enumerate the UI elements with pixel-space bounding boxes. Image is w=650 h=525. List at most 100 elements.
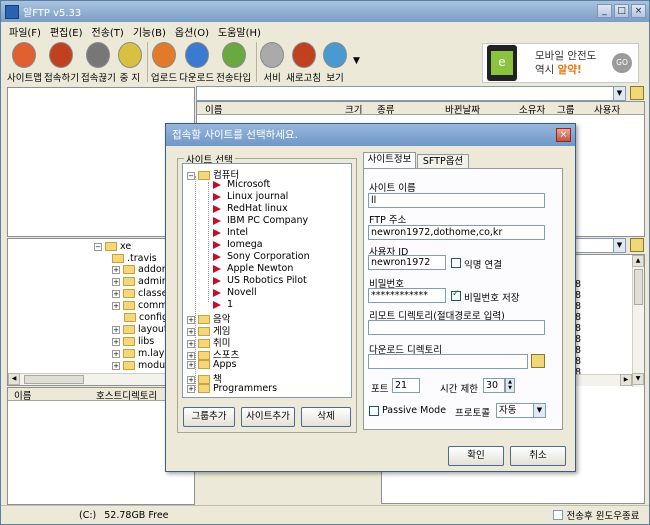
col-date[interactable]: 바뀐날짜 [445,102,480,116]
ad-go-button[interactable]: GO [612,53,632,73]
ok-button[interactable]: 확인 [448,446,504,466]
site-icon [213,252,221,261]
stop-icon [117,42,142,68]
scroll-right-arrow[interactable]: ▶ [620,374,632,386]
col-group[interactable]: 그룹 [557,102,574,116]
scroll-down-arrow[interactable]: ▼ [632,373,644,385]
tree-folder[interactable]: + Apps [187,359,237,370]
col-size[interactable]: 크기 [345,102,362,116]
site-item[interactable]: IBM PC Company [213,215,308,226]
remote-dir-input[interactable] [368,320,545,335]
protocol-label: 프로토콜 [455,408,490,419]
tree-folder[interactable]: + Programmers [187,383,277,394]
site-item[interactable]: Sony Corporation [213,251,310,262]
password-input[interactable]: ************ [368,288,446,303]
menu-options[interactable]: 옵션(O) [175,24,209,39]
scroll-thumb[interactable] [634,269,643,305]
minimize-button[interactable]: _ [597,4,612,18]
site-item[interactable]: Apple Newton [213,263,293,274]
remote-path-combo[interactable]: ▼ [196,86,626,101]
toolbar-more-arrow[interactable]: ▼ [353,56,360,86]
download-button[interactable]: 다운로드 [179,40,214,84]
site-icon [213,264,221,273]
protocol-select[interactable]: 자동 ▼ [496,403,546,418]
col-owner[interactable]: 소유자 [519,102,545,116]
tree-root[interactable]: − xe [94,241,131,252]
cancel-button[interactable]: 취소 [510,446,566,466]
menu-edit[interactable]: 편집(E) [50,24,83,39]
site-item[interactable]: US Robotics Pilot [213,275,307,286]
chevron-down-icon: ▼ [533,404,545,417]
local-folder-button[interactable] [630,238,644,252]
timeout-input[interactable]: 30 [483,378,505,393]
add-site-button[interactable]: 사이트추가 [241,407,295,427]
upload-button[interactable]: 업로드 [151,40,177,84]
chevron-down-icon[interactable]: ▼ [613,239,625,252]
site-item[interactable]: Microsoft [213,179,270,190]
tree-item[interactable]: + admin [112,276,168,287]
folder-icon [198,171,210,180]
ad-banner[interactable]: e 모바일 안전도 역시 알약! GO [482,43,639,83]
tab-site-info[interactable]: 사이트정보 [363,152,416,169]
user-id-input[interactable]: newron1972 [368,255,446,270]
tree-item[interactable]: + addons [112,264,173,275]
menu-file[interactable]: 파일(F) [9,24,41,39]
site-item[interactable]: Iomega [213,239,263,250]
scroll-thumb[interactable] [24,375,84,384]
site-item[interactable]: RedHat linux [213,203,288,214]
scroll-up-arrow[interactable]: ▲ [632,255,644,267]
download-dir-input[interactable] [368,354,528,369]
delete-button[interactable]: 삭제 [301,407,351,427]
port-input[interactable]: 21 [392,378,420,393]
folder-icon [198,360,210,369]
menu-transfer[interactable]: 전송(T) [92,24,124,39]
folder-icon [198,384,210,393]
dialog-close-button[interactable]: × [556,128,571,142]
passive-mode-checkbox[interactable] [369,406,379,416]
connect-button[interactable]: 접속하기 [44,40,79,84]
menu-help[interactable]: 도움말(H) [218,24,261,39]
site-item[interactable]: Novell [213,287,257,298]
maximize-button[interactable]: □ [614,4,629,18]
anonymous-label: 익명 연결 [464,260,502,271]
menu-functions[interactable]: 기능(B) [133,24,166,39]
shutdown-label: 전송후 윈도우종료 [566,511,640,522]
site-item[interactable]: Linux journal [213,191,288,202]
refresh-button[interactable]: 새로고침 [286,40,321,84]
col-name[interactable]: 이름 [205,102,222,116]
disconnect-button[interactable]: 접속끊기 [81,40,116,84]
anonymous-checkbox[interactable] [451,258,461,268]
tree-item[interactable]: + classe [112,288,167,299]
site-name-input[interactable]: ll [368,193,545,208]
tree-item[interactable]: + m.layo [112,348,170,359]
site-icon [213,288,221,297]
ftp-address-input[interactable]: newron1972,dothome,co,kr [368,225,545,240]
view-button[interactable]: 보기 [323,40,348,84]
window-title: 알FTP v5.33 [23,8,82,19]
tree-item[interactable]: + libs [112,336,154,347]
transfer-type-button[interactable]: 전송타입 [216,40,251,84]
connect-icon [49,42,74,68]
remote-folder-button[interactable] [630,86,644,100]
col-local-name[interactable]: 이름 [14,388,31,402]
server-button[interactable]: 서비 [260,40,285,84]
tree-item[interactable]: .travis [112,253,157,264]
col-user[interactable]: 사용자 [594,102,620,116]
close-button[interactable]: × [631,4,646,18]
site-item[interactable]: 1 [213,299,233,310]
save-password-checkbox[interactable] [451,289,461,301]
col-type[interactable]: 종류 [377,102,394,116]
browse-folder-button[interactable] [531,354,545,368]
shutdown-checkbox[interactable] [552,510,563,520]
vertical-scrollbar[interactable]: ▲ ▼ [632,255,644,387]
scroll-left-arrow[interactable]: ◀ [8,373,20,385]
col-host-dir[interactable]: 호스트디렉토리 [96,388,157,402]
tree-item[interactable]: config [124,312,168,323]
add-group-button[interactable]: 그룹추가 [183,407,235,427]
stop-button[interactable]: 중 지 [117,40,142,84]
sitemap-button[interactable]: 사이트맵 [7,40,42,84]
timeout-spinner[interactable]: ▲ ▼ [505,378,515,393]
chevron-down-icon[interactable]: ▼ [613,87,625,100]
site-item[interactable]: Intel [213,227,248,238]
tree-item[interactable]: + layouts [112,324,173,335]
